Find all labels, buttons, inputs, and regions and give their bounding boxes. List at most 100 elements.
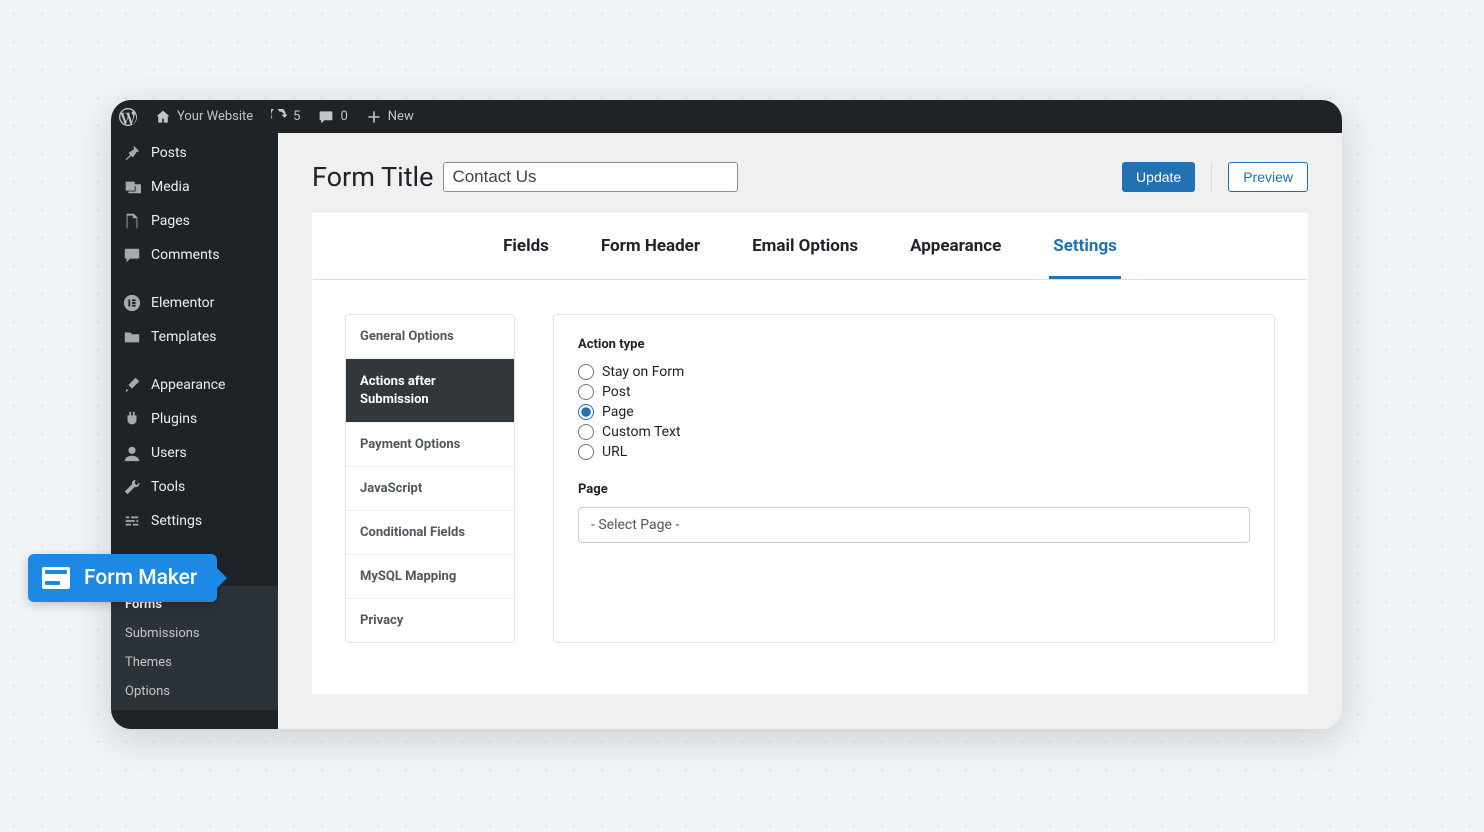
submenu-item-options[interactable]: Options bbox=[111, 677, 278, 706]
wordpress-icon bbox=[119, 108, 137, 126]
sidebar-item-plugins[interactable]: Plugins bbox=[111, 402, 278, 436]
radio-input-page[interactable] bbox=[578, 404, 594, 420]
settings-nav-general[interactable]: General Options bbox=[346, 315, 514, 359]
sidebar-submenu: Forms Submissions Themes Options bbox=[111, 586, 278, 710]
settings-nav-conditional-fields[interactable]: Conditional Fields bbox=[346, 511, 514, 555]
tab-appearance[interactable]: Appearance bbox=[906, 214, 1005, 279]
submenu-item-submissions[interactable]: Submissions bbox=[111, 619, 278, 648]
plug-icon bbox=[123, 410, 141, 428]
radio-label: URL bbox=[602, 444, 627, 460]
radio-input-post[interactable] bbox=[578, 384, 594, 400]
new-link[interactable]: New bbox=[366, 109, 414, 125]
radio-label: Stay on Form bbox=[602, 364, 684, 380]
title-actions: Update Preview bbox=[1122, 162, 1308, 192]
sidebar-item-elementor[interactable]: Elementor bbox=[111, 286, 278, 320]
sidebar-item-users[interactable]: Users bbox=[111, 436, 278, 470]
sidebar-item-label: Elementor bbox=[151, 295, 214, 311]
settings-body: General Options Actions after Submission… bbox=[313, 280, 1307, 693]
form-maker-highlight[interactable]: Form Maker bbox=[28, 554, 217, 602]
sidebar-item-label: Tools bbox=[151, 479, 185, 495]
tab-settings[interactable]: Settings bbox=[1049, 214, 1121, 279]
divider bbox=[1211, 162, 1212, 192]
sidebar-separator bbox=[111, 354, 278, 368]
brush-icon bbox=[123, 376, 141, 394]
sidebar-item-label: Comments bbox=[151, 247, 220, 263]
title-row: Form Title Update Preview bbox=[312, 161, 1308, 193]
wp-admin-bar: Your Website 5 0 New bbox=[111, 100, 1342, 133]
sidebar-item-tools[interactable]: Tools bbox=[111, 470, 278, 504]
settings-nav-mysql-mapping[interactable]: MySQL Mapping bbox=[346, 555, 514, 599]
pushpin-icon bbox=[123, 144, 141, 162]
tab-email-options[interactable]: Email Options bbox=[748, 214, 862, 279]
action-type-radios: Stay on Form Post Page Custom Text URL bbox=[578, 364, 1250, 460]
panel-card: Fields Form Header Email Options Appeara… bbox=[312, 213, 1308, 694]
submenu-item-themes[interactable]: Themes bbox=[111, 648, 278, 677]
comment-icon bbox=[318, 109, 334, 125]
settings-nav-privacy[interactable]: Privacy bbox=[346, 599, 514, 642]
wp-logo[interactable] bbox=[119, 108, 137, 126]
sidebar-item-media[interactable]: Media bbox=[111, 170, 278, 204]
radio-input-url[interactable] bbox=[578, 444, 594, 460]
refresh-icon bbox=[271, 109, 287, 125]
media-icon bbox=[123, 178, 141, 196]
form-maker-icon bbox=[42, 567, 70, 589]
radio-input-stay[interactable] bbox=[578, 364, 594, 380]
preview-button[interactable]: Preview bbox=[1228, 162, 1308, 192]
site-name: Your Website bbox=[177, 109, 253, 124]
page-title: Form Title bbox=[312, 161, 433, 193]
page-select[interactable]: - Select Page - bbox=[578, 507, 1250, 543]
site-link[interactable]: Your Website bbox=[155, 109, 253, 125]
radio-custom-text[interactable]: Custom Text bbox=[578, 424, 1250, 440]
new-label: New bbox=[388, 109, 414, 124]
title-left: Form Title bbox=[312, 161, 738, 193]
update-button[interactable]: Update bbox=[1122, 162, 1195, 192]
comment-icon bbox=[123, 246, 141, 264]
sidebar-item-label: Settings bbox=[151, 513, 202, 529]
tabbar: Fields Form Header Email Options Appeara… bbox=[313, 214, 1307, 280]
sliders-icon bbox=[123, 512, 141, 530]
settings-side-nav: General Options Actions after Submission… bbox=[345, 314, 515, 643]
sidebar-item-pages[interactable]: Pages bbox=[111, 204, 278, 238]
wp-sidebar: Posts Media Pages Comments Elementor T bbox=[111, 133, 278, 729]
comments-link[interactable]: 0 bbox=[318, 109, 347, 125]
sidebar-item-label: Appearance bbox=[151, 377, 225, 393]
settings-nav-javascript[interactable]: JavaScript bbox=[346, 467, 514, 511]
page-field-label: Page bbox=[578, 482, 1250, 497]
wrench-icon bbox=[123, 478, 141, 496]
radio-post[interactable]: Post bbox=[578, 384, 1250, 400]
sidebar-item-templates[interactable]: Templates bbox=[111, 320, 278, 354]
form-maker-label: Form Maker bbox=[84, 566, 197, 590]
sidebar-item-label: Pages bbox=[151, 213, 190, 229]
pages-icon bbox=[123, 212, 141, 230]
tab-fields[interactable]: Fields bbox=[499, 214, 553, 279]
radio-page[interactable]: Page bbox=[578, 404, 1250, 420]
settings-nav-actions-after-submission[interactable]: Actions after Submission bbox=[346, 359, 514, 423]
wp-admin-window: Your Website 5 0 New Posts Media bbox=[111, 100, 1342, 729]
settings-nav-payment[interactable]: Payment Options bbox=[346, 423, 514, 467]
updates-link[interactable]: 5 bbox=[271, 109, 300, 125]
radio-label: Custom Text bbox=[602, 424, 681, 440]
radio-input-custom-text[interactable] bbox=[578, 424, 594, 440]
radio-label: Post bbox=[602, 384, 631, 400]
sidebar-separator bbox=[111, 272, 278, 286]
body-row: Posts Media Pages Comments Elementor T bbox=[111, 133, 1342, 729]
form-title-input[interactable] bbox=[443, 162, 738, 192]
action-type-label: Action type bbox=[578, 337, 1250, 352]
sidebar-item-appearance[interactable]: Appearance bbox=[111, 368, 278, 402]
tab-form-header[interactable]: Form Header bbox=[597, 214, 704, 279]
sidebar-item-settings[interactable]: Settings bbox=[111, 504, 278, 538]
settings-panel: Action type Stay on Form Post Page Custo… bbox=[553, 314, 1275, 643]
sidebar-item-label: Media bbox=[151, 179, 190, 195]
radio-label: Page bbox=[602, 404, 634, 420]
sidebar-item-label: Plugins bbox=[151, 411, 197, 427]
folder-icon bbox=[123, 328, 141, 346]
comments-count: 0 bbox=[340, 109, 347, 124]
user-icon bbox=[123, 444, 141, 462]
radio-stay-on-form[interactable]: Stay on Form bbox=[578, 364, 1250, 380]
radio-url[interactable]: URL bbox=[578, 444, 1250, 460]
content-area: Form Title Update Preview Fields Form He… bbox=[278, 133, 1342, 729]
sidebar-item-posts[interactable]: Posts bbox=[111, 136, 278, 170]
sidebar-item-label: Templates bbox=[151, 329, 217, 345]
home-icon bbox=[155, 109, 171, 125]
sidebar-item-comments[interactable]: Comments bbox=[111, 238, 278, 272]
